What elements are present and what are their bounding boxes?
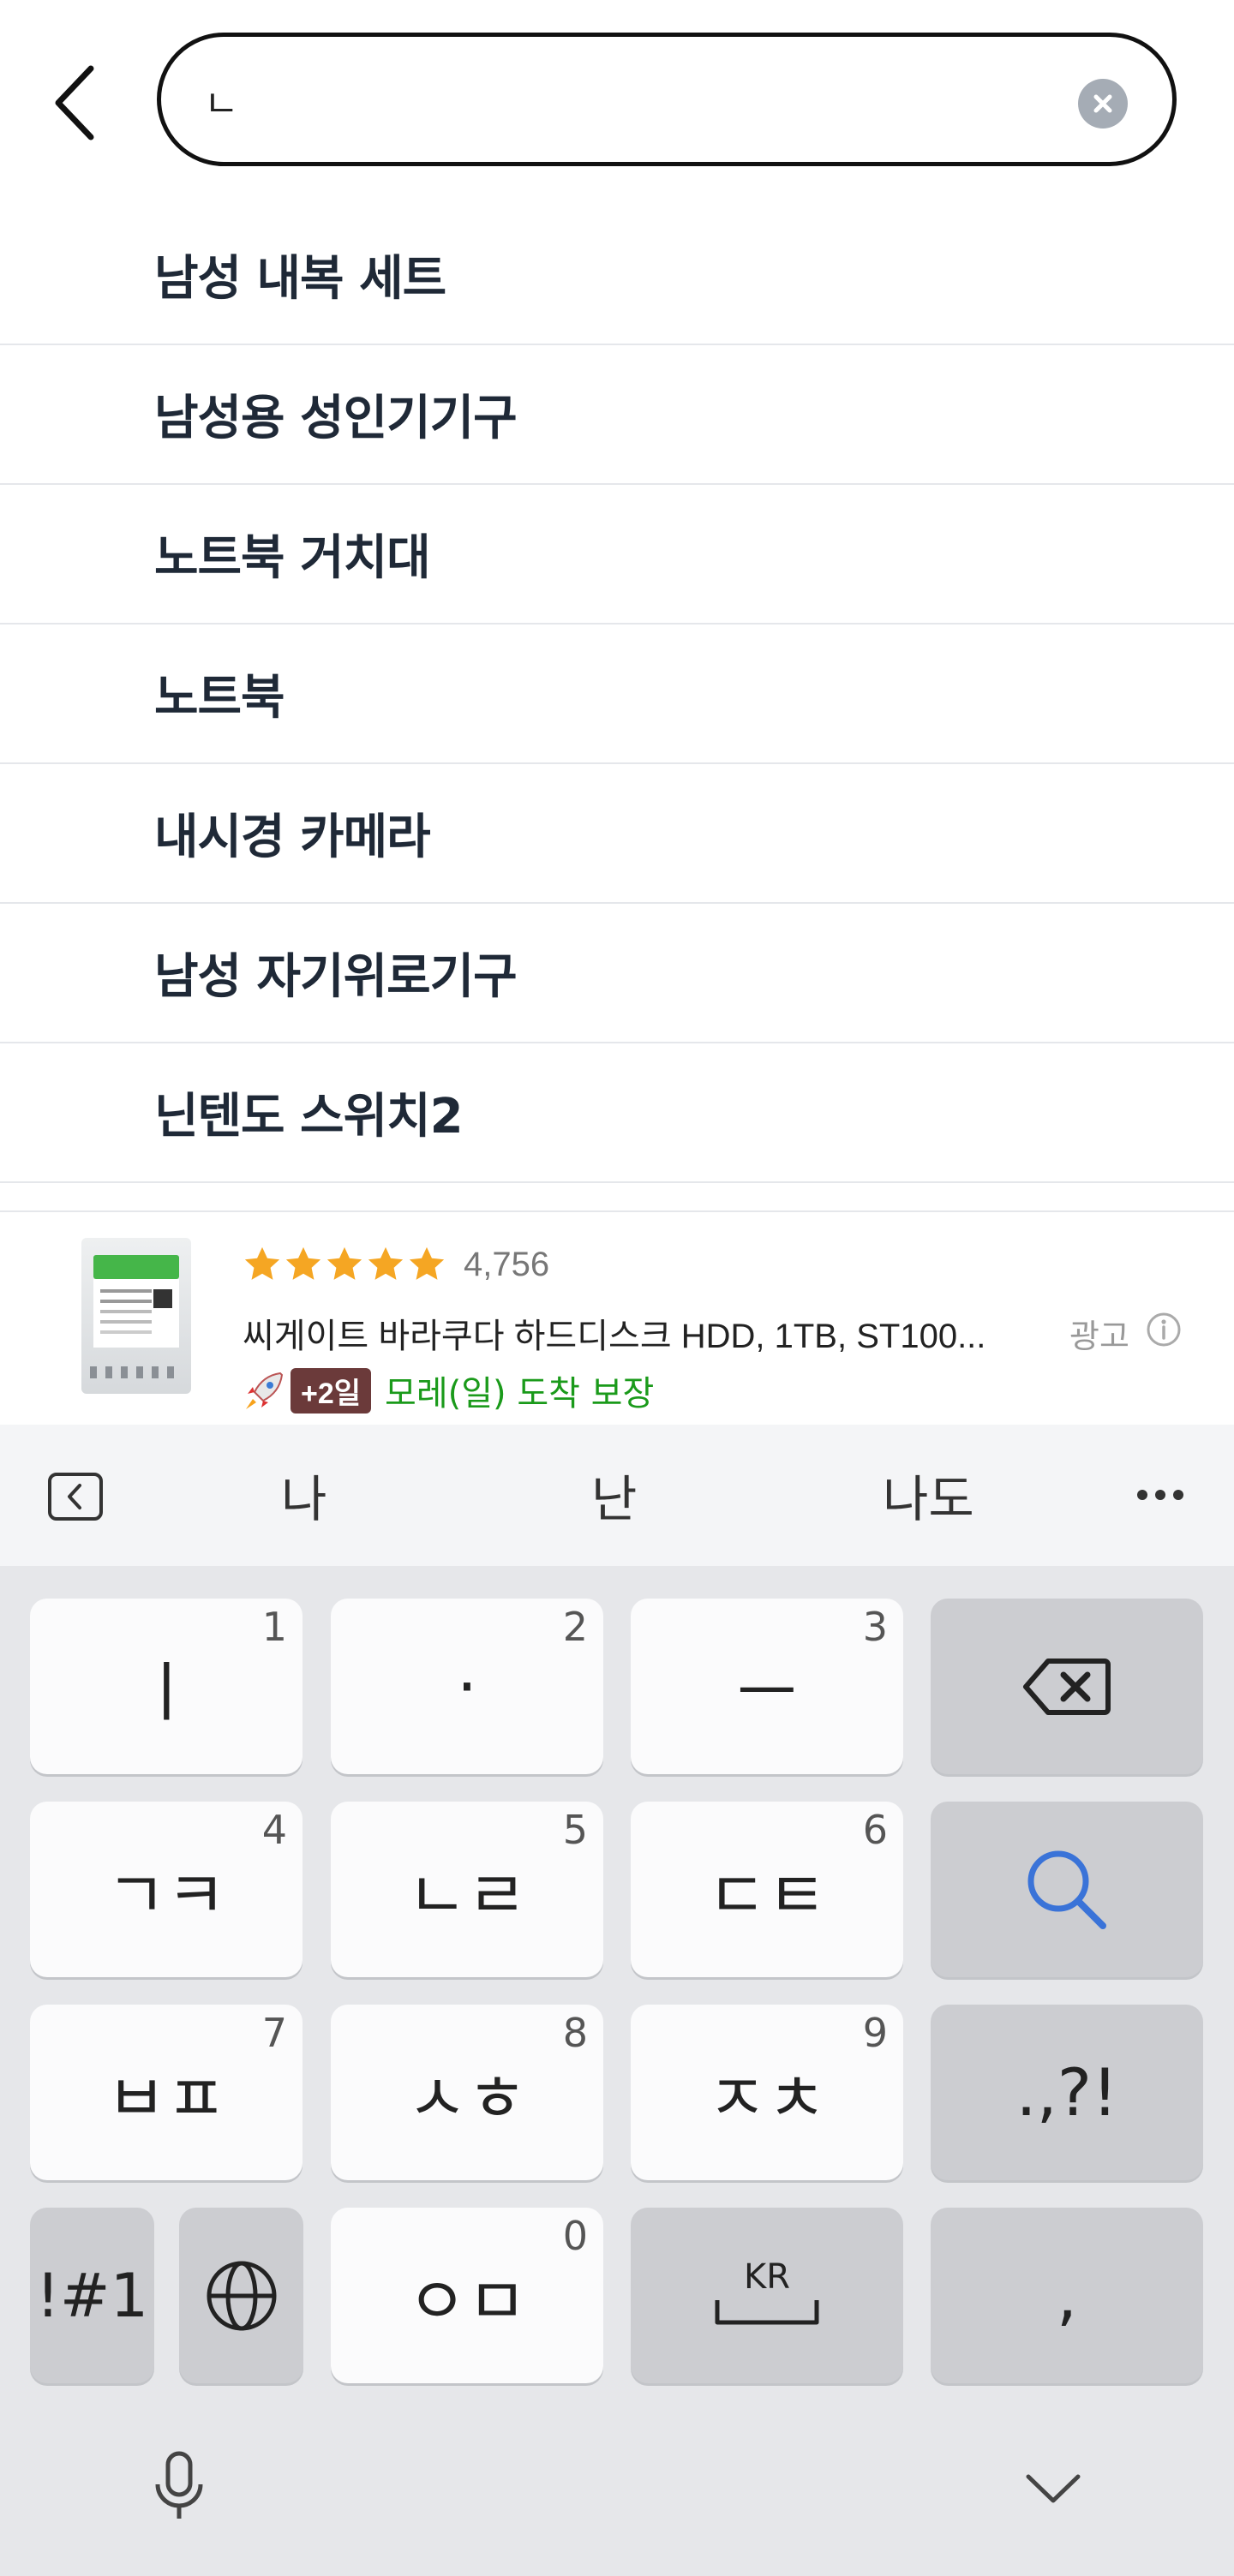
space-icon (715, 2299, 819, 2324)
key-label: !#1 (35, 2260, 149, 2331)
keyboard-suggestion-bar: 나 난 나도 (0, 1425, 1234, 1566)
key-number: 5 (562, 1807, 588, 1853)
more-icon[interactable] (1136, 1489, 1184, 1501)
keyboard-suggestion[interactable]: 난 (591, 1459, 637, 1531)
key-label: ㄷㅌ (707, 1856, 827, 1933)
symbols-key[interactable]: !#1 (30, 2208, 154, 2383)
suggestion-label: 노트북 거치대 (154, 530, 431, 586)
suggestion-label: 남성 내복 세트 (154, 251, 446, 307)
key-label: ㅇㅁ (407, 2262, 527, 2340)
rocket-icon (246, 1372, 284, 1409)
day-badge: +2일 (291, 1367, 372, 1414)
space-key[interactable]: KR (631, 2208, 903, 2383)
key-label: ㅂㅍ (106, 2059, 226, 2137)
key-number: 2 (562, 1604, 588, 1650)
search-box[interactable] (157, 33, 1177, 166)
key-number: 8 (562, 2010, 588, 2056)
key-label: ㅣ (136, 1653, 196, 1730)
key-number: 9 (862, 2010, 888, 2056)
delivery-guarantee: 모레(일) 도착 보장 (385, 1374, 655, 1414)
key-label: · (456, 1648, 478, 1724)
key-dot[interactable]: · 2 (331, 1599, 603, 1774)
clear-search-button[interactable] (1078, 79, 1128, 129)
suggestion-item[interactable]: 남성용 성인기기구 (0, 345, 1234, 485)
key-label: ㄴㄹ (407, 1856, 527, 1933)
key-d-t[interactable]: ㄷㅌ 6 (631, 1802, 903, 1977)
star-icon (368, 1246, 404, 1280)
search-key[interactable] (931, 1802, 1203, 1977)
back-button[interactable] (41, 60, 110, 146)
globe-icon (207, 2261, 276, 2330)
star-icon (409, 1246, 445, 1280)
suggestion-list: 남성 내복 세트 남성용 성인기기구 노트북 거치대 노트북 내시경 카메라 남… (0, 206, 1234, 1183)
punctuation-key[interactable]: .,?! (931, 2005, 1203, 2180)
virtual-keyboard: 나 난 나도 ㅣ 1 · 2 ㅡ 3 ㄱㅋ 4 ㄴㄹ 5 ㄷㅌ 6 ㅂㅍ 7 ㅅ… (0, 1425, 1234, 2576)
suggestion-label: 닌텐도 스위치2 (154, 1089, 464, 1145)
key-number: 6 (862, 1807, 888, 1853)
keyboard-bottom-bar (0, 2401, 1234, 2576)
product-title: 씨게이트 바라쿠다 하드디스크 HDD, 1TB, ST100... (243, 1318, 986, 1355)
comma-key[interactable]: , (931, 2208, 1203, 2383)
close-icon (1093, 94, 1112, 113)
rating-count: 4,756 (464, 1245, 550, 1283)
star-icon (244, 1246, 280, 1280)
back-arrow-icon (55, 65, 94, 140)
suggestion-label: 남성용 성인기기구 (154, 391, 518, 446)
keyboard-suggestion[interactable]: 나도 (883, 1459, 974, 1531)
sponsored-product[interactable]: 4,756 씨게이트 바라쿠다 하드디스크 HDD, 1TB, ST100...… (0, 1210, 1234, 1426)
key-s-h[interactable]: ㅅㅎ 8 (331, 2005, 603, 2180)
backspace-key[interactable] (931, 1599, 1203, 1774)
microphone-icon[interactable] (151, 2450, 207, 2524)
key-label: ㄱㅋ (106, 1856, 226, 1933)
key-eu[interactable]: ㅡ 3 (631, 1599, 903, 1774)
star-icon (326, 1246, 362, 1280)
suggestion-item[interactable]: 남성 내복 세트 (0, 206, 1234, 345)
key-label: ㅅㅎ (407, 2059, 527, 2137)
keyboard-suggestion[interactable]: 나 (281, 1459, 326, 1531)
key-b-p[interactable]: ㅂㅍ 7 (30, 2005, 303, 2180)
key-number: 3 (862, 1604, 888, 1650)
star-rating (243, 1245, 448, 1284)
key-n-r[interactable]: ㄴㄹ 5 (331, 1802, 603, 1977)
suggestion-item[interactable]: 남성 자기위로기구 (0, 904, 1234, 1043)
search-input[interactable] (202, 37, 1063, 164)
suggestion-item[interactable]: 노트북 (0, 625, 1234, 764)
suggestion-label: 노트북 (154, 670, 285, 726)
space-lang-label: KR (743, 2256, 791, 2297)
language-key[interactable] (179, 2208, 303, 2383)
product-thumbnail (81, 1238, 191, 1394)
search-icon (1027, 1850, 1106, 1929)
suggestion-item[interactable]: 노트북 거치대 (0, 485, 1234, 625)
key-number: 4 (261, 1807, 287, 1853)
suggestion-label: 남성 자기위로기구 (154, 949, 518, 1005)
keyboard-back-icon[interactable] (47, 1472, 104, 1521)
key-g-k[interactable]: ㄱㅋ 4 (30, 1802, 303, 1977)
key-label: ㅡ (737, 1653, 797, 1730)
search-header (0, 0, 1234, 206)
suggestion-label: 내시경 카메라 (154, 810, 431, 865)
key-j-ch[interactable]: ㅈㅊ 9 (631, 2005, 903, 2180)
key-number: 0 (562, 2213, 588, 2259)
key-number: 7 (261, 2010, 287, 2056)
key-label: .,?! (1015, 2054, 1118, 2131)
star-icon (285, 1246, 321, 1280)
ad-badge: 광고 (1069, 1318, 1129, 1355)
info-icon[interactable] (1146, 1312, 1182, 1348)
key-number: 1 (261, 1604, 287, 1650)
delivery-info: +2일 모레(일) 도착 보장 (243, 1366, 654, 1414)
suggestion-item[interactable]: 내시경 카메라 (0, 764, 1234, 904)
suggestion-item[interactable]: 닌텐도 스위치2 (0, 1043, 1234, 1183)
key-label: , (1056, 2257, 1078, 2334)
key-ng-m[interactable]: ㅇㅁ 0 (331, 2208, 603, 2383)
hide-keyboard-icon[interactable] (1025, 2471, 1081, 2506)
key-label: ㅈㅊ (707, 2059, 827, 2137)
backspace-icon (1023, 1658, 1111, 1715)
key-i[interactable]: ㅣ 1 (30, 1599, 303, 1774)
rating: 4,756 (243, 1245, 549, 1284)
